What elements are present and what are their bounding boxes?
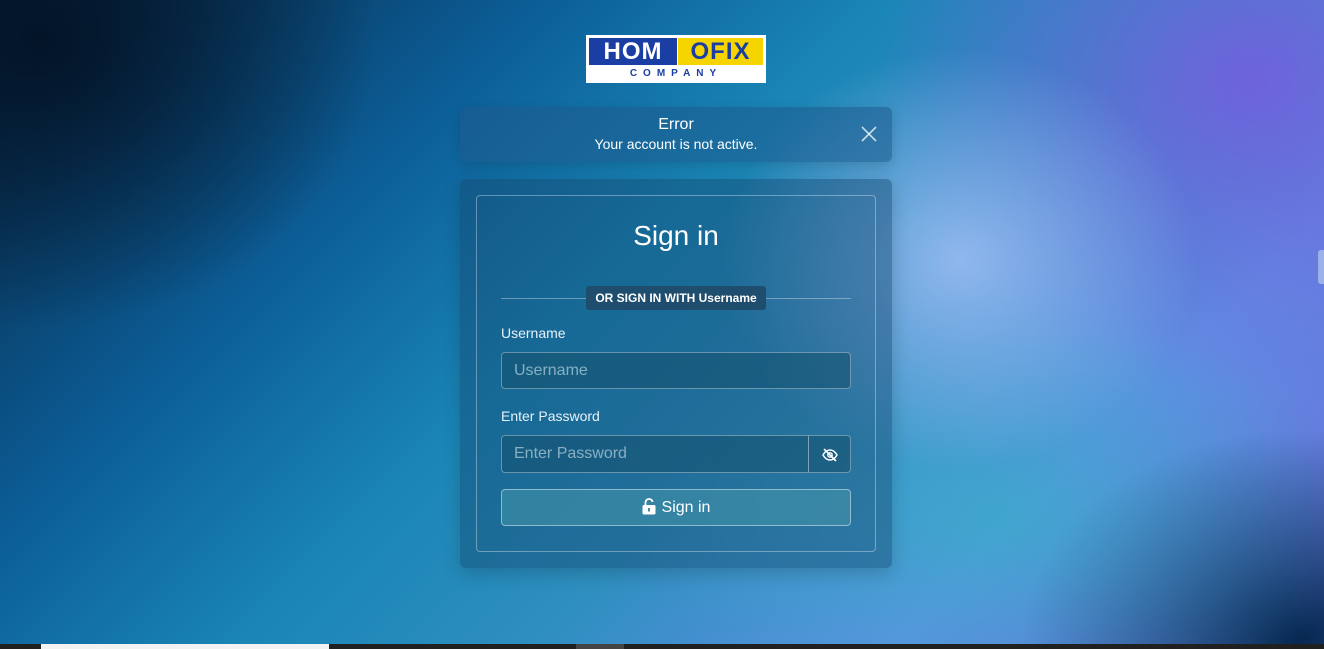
side-handle[interactable] [1318, 250, 1324, 284]
username-label: Username [501, 325, 566, 341]
password-visibility-toggle[interactable] [808, 435, 851, 473]
close-icon[interactable] [860, 125, 878, 143]
logo-part-hom: HOM [589, 38, 677, 65]
divider-label: OR SIGN IN WITH Username [586, 286, 766, 310]
alert-title: Error [658, 116, 694, 133]
username-input[interactable] [501, 352, 851, 389]
logo-part-ofix: OFIX [678, 38, 763, 65]
eye-slash-icon [822, 448, 838, 462]
error-alert: Error Your account is not active. [460, 107, 892, 162]
logo-company-text: COMPANY [629, 68, 723, 79]
taskbar-search[interactable] [41, 644, 329, 649]
signin-button-label: Sign in [661, 499, 711, 516]
taskbar [0, 644, 1324, 649]
company-logo: HOM OFIX COMPANY [586, 35, 766, 83]
taskbar-active-app[interactable] [576, 644, 624, 649]
alert-message: Your account is not active. [594, 136, 758, 152]
password-label: Enter Password [501, 408, 600, 424]
password-input[interactable] [501, 435, 809, 473]
unlock-icon [642, 498, 656, 515]
signin-button[interactable]: Sign in [501, 489, 851, 526]
signin-heading: Sign in [633, 220, 719, 251]
password-field-group [501, 435, 851, 473]
